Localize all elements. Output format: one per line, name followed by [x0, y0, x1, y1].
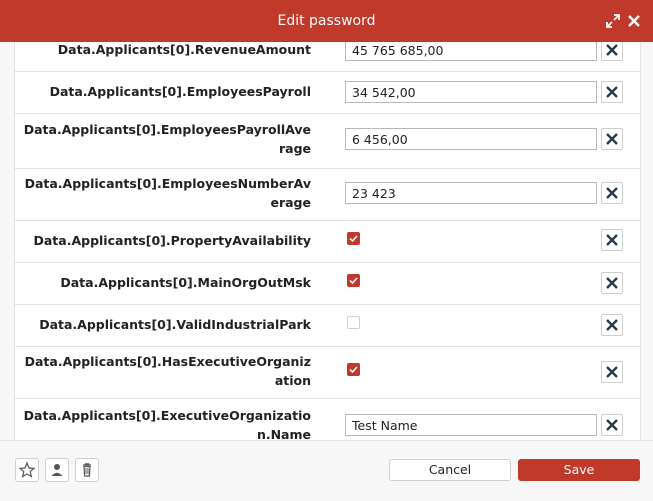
- form-row-employees-payroll: Data.Applicants[0].EmployeesPayroll: [15, 71, 640, 114]
- revenue-amount-input[interactable]: [345, 42, 597, 61]
- field-label: Data.Applicants[0].RevenueAmount: [57, 42, 311, 57]
- user-button[interactable]: [45, 458, 69, 482]
- checkmark-icon: [349, 277, 358, 285]
- field-label: Data.Applicants[0].PropertyAvailability: [33, 233, 311, 248]
- clear-button[interactable]: [601, 272, 623, 294]
- close-icon: [606, 187, 618, 199]
- close-icon: [606, 319, 618, 331]
- close-icon: [606, 44, 618, 56]
- clear-button[interactable]: [601, 314, 623, 336]
- user-icon: [51, 464, 63, 476]
- form-row-main-org-out-msk: Data.Applicants[0].MainOrgOutMsk: [15, 262, 640, 305]
- close-icon[interactable]: [626, 13, 642, 29]
- main-org-out-msk-checkbox[interactable]: [347, 274, 360, 287]
- dialog-footer: Cancel Save: [0, 440, 653, 501]
- form-row-employees-number-average: Data.Applicants[0].EmployeesNumberAverag…: [15, 168, 640, 221]
- clear-button[interactable]: [601, 128, 623, 150]
- dialog-titlebar: Edit password: [0, 0, 653, 42]
- form-row-employees-payroll-average: Data.Applicants[0].EmployeesPayrollAvera…: [15, 113, 640, 169]
- close-icon: [606, 86, 618, 98]
- form-row-executive-organization-name: Data.Applicants[0].ExecutiveOrganization…: [15, 398, 640, 440]
- save-button[interactable]: Save: [518, 459, 640, 481]
- property-availability-checkbox[interactable]: [347, 232, 360, 245]
- field-label: Data.Applicants[0].ExecutiveOrganization…: [23, 408, 311, 440]
- form-row-has-executive-organization: Data.Applicants[0].HasExecutiveOrganizat…: [15, 346, 640, 399]
- close-icon: [606, 419, 618, 431]
- close-icon: [606, 133, 618, 145]
- checkmark-icon: [349, 235, 358, 243]
- field-label: Data.Applicants[0].MainOrgOutMsk: [60, 275, 311, 290]
- valid-industrial-park-checkbox[interactable]: [347, 316, 360, 329]
- clear-button[interactable]: [601, 182, 623, 204]
- field-label: Data.Applicants[0].EmployeesPayroll: [49, 84, 311, 99]
- clear-button[interactable]: [601, 42, 623, 61]
- form-row-property-availability: Data.Applicants[0].PropertyAvailability: [15, 220, 640, 263]
- field-label: Data.Applicants[0].EmployeesPayrollAvera…: [23, 122, 311, 156]
- dialog-title: Edit password: [277, 13, 376, 29]
- executive-organization-name-input[interactable]: [345, 414, 597, 436]
- employees-payroll-average-input[interactable]: [345, 128, 597, 150]
- cancel-button[interactable]: Cancel: [389, 459, 511, 481]
- form-row-valid-industrial-park: Data.Applicants[0].ValidIndustrialPark: [15, 304, 640, 347]
- has-executive-organization-checkbox[interactable]: [347, 363, 360, 376]
- close-icon: [606, 277, 618, 289]
- field-label: Data.Applicants[0].EmployeesNumberAverag…: [24, 176, 311, 210]
- form-content: Data.Applicants[0].RevenueAmount Data.Ap…: [14, 42, 641, 440]
- close-icon: [606, 234, 618, 246]
- favorite-button[interactable]: [15, 458, 39, 482]
- expand-icon[interactable]: [606, 14, 620, 28]
- form-viewport[interactable]: Data.Applicants[0].RevenueAmount Data.Ap…: [0, 42, 653, 440]
- employees-payroll-input[interactable]: [345, 81, 597, 103]
- clear-button[interactable]: [601, 81, 623, 103]
- trash-icon: [83, 463, 91, 477]
- field-label: Data.Applicants[0].HasExecutiveOrganizat…: [24, 354, 311, 388]
- field-label: Data.Applicants[0].ValidIndustrialPark: [39, 317, 311, 332]
- checkmark-icon: [349, 366, 358, 374]
- star-icon: [18, 461, 36, 478]
- employees-number-average-input[interactable]: [345, 182, 597, 204]
- form-row-revenue-amount: Data.Applicants[0].RevenueAmount: [15, 42, 640, 72]
- clear-button[interactable]: [601, 361, 623, 383]
- close-icon: [606, 366, 618, 378]
- clear-button[interactable]: [601, 229, 623, 251]
- clear-button[interactable]: [601, 414, 623, 436]
- delete-button[interactable]: [75, 458, 99, 482]
